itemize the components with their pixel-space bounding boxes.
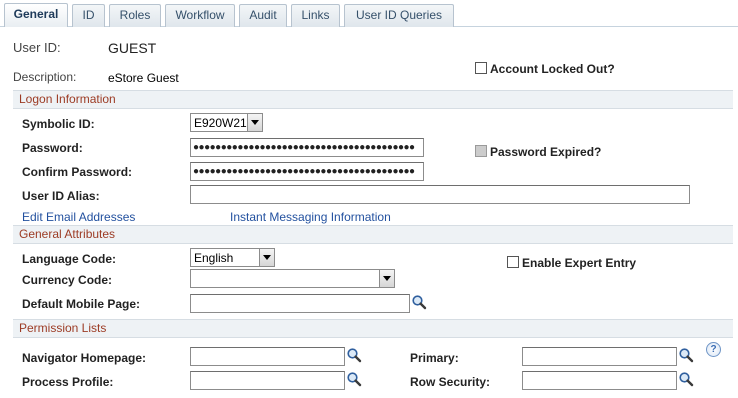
user-id-value: GUEST (108, 40, 157, 56)
description-value: eStore Guest (108, 71, 179, 85)
magnifier-lookup-icon[interactable] (411, 294, 427, 310)
password-expired-checkbox (475, 145, 487, 157)
user-id-alias-field[interactable] (190, 185, 690, 204)
confirm-password-mask: ●●●●●●●●●●●●●●●●●●●●●●●●●●●●●●●●●●●●●●●● (193, 166, 415, 177)
tab-audit[interactable]: Audit (239, 4, 287, 27)
magnifier-lookup-icon[interactable] (346, 371, 362, 387)
section-title: Logon Information (19, 92, 116, 106)
navigator-homepage-field[interactable] (190, 347, 345, 366)
edit-email-addresses-link[interactable]: Edit Email Addresses (22, 210, 135, 224)
section-title: Permission Lists (19, 321, 107, 335)
tab-links[interactable]: Links (291, 4, 340, 27)
process-profile-field[interactable] (190, 371, 345, 390)
default-mobile-page-label: Default Mobile Page: (22, 297, 141, 311)
primary-field[interactable] (522, 347, 677, 366)
process-profile-label: Process Profile: (22, 375, 114, 389)
confirm-password-field[interactable]: ●●●●●●●●●●●●●●●●●●●●●●●●●●●●●●●●●●●●●●●● (190, 162, 424, 181)
section-logon-information: Logon Information (13, 90, 733, 109)
section-permission-lists: Permission Lists (13, 319, 733, 338)
tab-bar: General ID Roles Workflow Audit Links Us… (0, 0, 738, 27)
user-id-alias-label: User ID Alias: (22, 189, 100, 203)
currency-code-select[interactable] (190, 269, 395, 288)
enable-expert-entry-checkbox[interactable] (507, 256, 519, 268)
account-locked-label: Account Locked Out? (490, 62, 615, 76)
description-label: Description: (13, 70, 77, 84)
row-security-label: Row Security: (410, 375, 491, 389)
chevron-down-icon[interactable] (247, 114, 262, 131)
help-question-icon[interactable]: ? (706, 342, 721, 357)
language-code-value: English (194, 251, 234, 265)
currency-code-label: Currency Code: (22, 273, 113, 287)
row-security-field[interactable] (522, 371, 677, 390)
enable-expert-entry-label: Enable Expert Entry (522, 256, 637, 270)
symbolic-id-label: Symbolic ID: (22, 117, 95, 131)
password-field[interactable]: ●●●●●●●●●●●●●●●●●●●●●●●●●●●●●●●●●●●●●●●● (190, 138, 424, 157)
account-locked-checkbox[interactable] (475, 62, 487, 74)
language-code-select[interactable]: English (190, 248, 275, 267)
tab-id[interactable]: ID (72, 4, 105, 27)
primary-label: Primary: (410, 351, 459, 365)
chevron-down-icon[interactable] (379, 270, 394, 287)
password-expired-label: Password Expired? (490, 145, 602, 159)
language-code-label: Language Code: (22, 252, 117, 266)
instant-messaging-link[interactable]: Instant Messaging Information (230, 210, 391, 224)
tab-general[interactable]: General (4, 3, 68, 27)
symbolic-id-select[interactable]: E920W21 (190, 113, 263, 132)
section-title: General Attributes (19, 227, 116, 241)
password-label: Password: (22, 141, 83, 155)
symbolic-id-value: E920W21 (194, 116, 247, 130)
tab-workflow[interactable]: Workflow (165, 4, 235, 27)
password-mask: ●●●●●●●●●●●●●●●●●●●●●●●●●●●●●●●●●●●●●●●● (193, 142, 415, 153)
user-id-label: User ID: (13, 40, 61, 55)
tab-user-id-queries[interactable]: User ID Queries (344, 4, 454, 27)
magnifier-lookup-icon[interactable] (346, 347, 362, 363)
chevron-down-icon[interactable] (259, 249, 274, 266)
navigator-homepage-label: Navigator Homepage: (22, 351, 147, 365)
magnifier-lookup-icon[interactable] (678, 347, 694, 363)
confirm-password-label: Confirm Password: (22, 165, 133, 179)
magnifier-lookup-icon[interactable] (678, 371, 694, 387)
default-mobile-page-field[interactable] (190, 294, 410, 313)
section-general-attributes: General Attributes (13, 225, 733, 244)
tab-roles[interactable]: Roles (109, 4, 161, 27)
